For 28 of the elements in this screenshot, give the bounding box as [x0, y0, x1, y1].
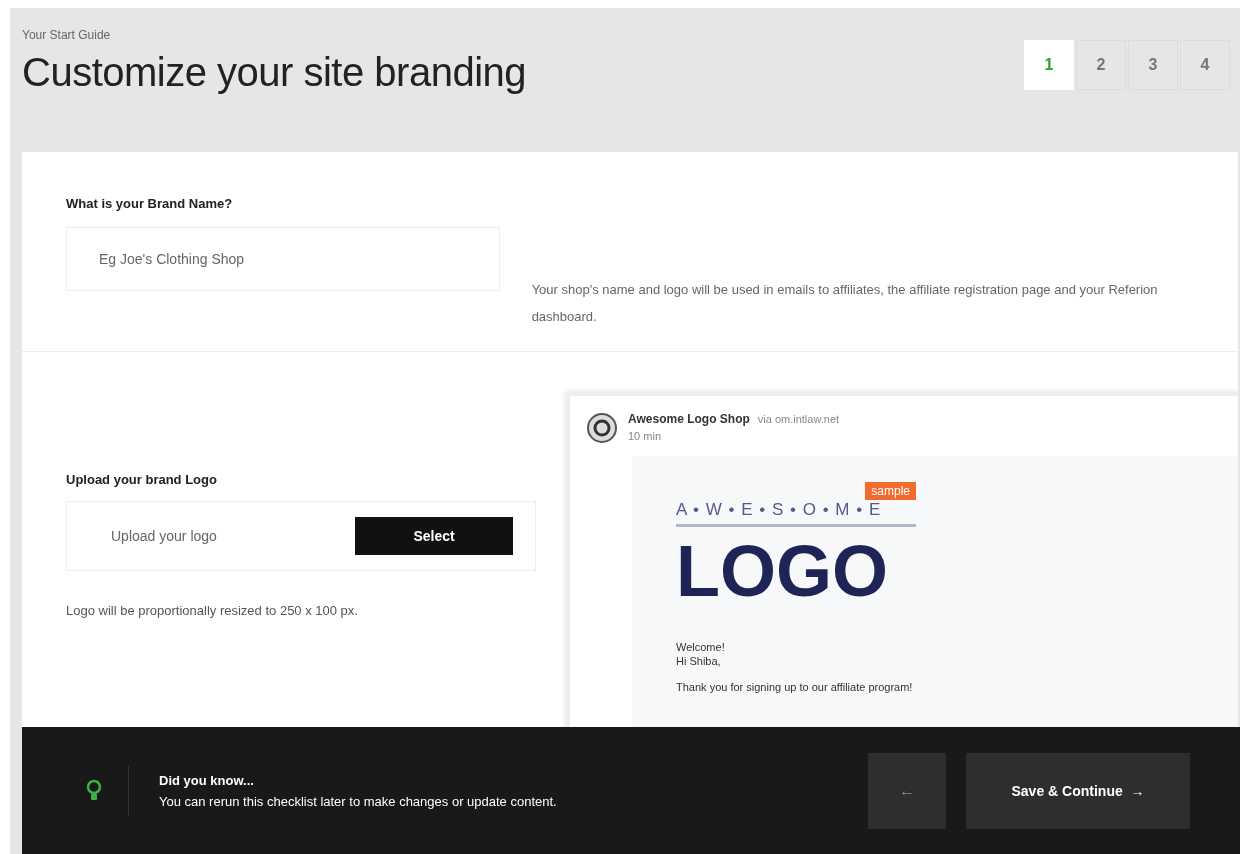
sender-name: Awesome Logo Shop — [628, 412, 750, 426]
brand-name-field[interactable]: Eg Joe's Clothing Shop — [66, 227, 500, 291]
page-title: Customize your site branding — [22, 50, 527, 95]
field-label: What is your Brand Name? — [66, 196, 234, 211]
tip-title: Did you know... — [159, 772, 255, 788]
description-text: Your shop's name and logo will be used in emails to affiliates, the affiliate registration page and your Referion dashboard. — [531, 281, 1159, 326]
sample-badge: sample — [865, 482, 916, 500]
guide-label: Your Start Guide — [22, 28, 112, 42]
save-continue-button[interactable]: Save & Continue → — [966, 752, 1190, 829]
back-button[interactable]: ← — [868, 752, 946, 829]
step-tab[interactable]: 2 — [1076, 40, 1126, 90]
avatar-icon — [586, 412, 618, 444]
sender-address: via om.intlaw.net — [757, 413, 840, 425]
select-button[interactable]: Select — [355, 517, 513, 555]
lightbulb-icon — [86, 778, 102, 803]
logo-wordmark: LOGO — [676, 535, 889, 607]
salutation-text: Hi Shiba, — [676, 655, 722, 667]
email-time: 10 min — [628, 430, 663, 442]
step-tab[interactable]: 4 — [1180, 40, 1230, 90]
tip-text: You can rerun this checklist later to make changes or update content. — [159, 793, 558, 809]
resize-note: Logo will be proportionally resized to 250 x 100 px. — [66, 603, 359, 618]
step-tab[interactable]: 3 — [1128, 40, 1178, 90]
step-tab[interactable]: 1 — [1024, 40, 1074, 90]
email-text: Thank you for signing up to our affiliate program! — [676, 681, 914, 693]
field-label: Upload your brand Logo — [66, 472, 218, 487]
upload-field[interactable]: Upload your logo Select — [66, 501, 536, 571]
logo-tagline: A • W • E • S • O • M • E — [676, 500, 916, 527]
greeting-text: Welcome! — [676, 641, 726, 653]
